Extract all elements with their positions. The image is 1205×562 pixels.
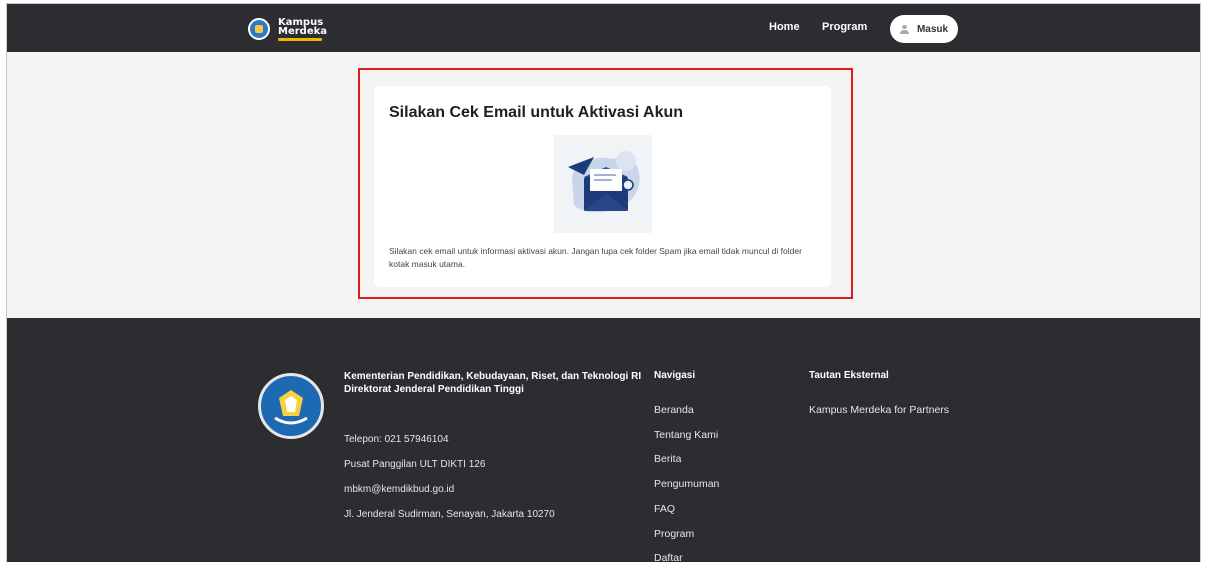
footer-external-title: Tautan Eksternal — [809, 370, 889, 381]
kampus-merdeka-logo[interactable]: Kampus Merdeka — [248, 16, 327, 42]
nav-program-link[interactable]: Program — [822, 21, 867, 33]
contact-phone: Telepon: 021 57946104 — [344, 434, 449, 445]
footer: Kementerian Pendidikan, Kebudayaan, Rise… — [7, 318, 1200, 562]
tut-wuri-handayani-emblem — [258, 373, 324, 439]
card-description: Silakan cek email untuk informasi aktiva… — [389, 246, 802, 269]
org-subtitle: Direktorat Jenderal Pendidikan Tinggi — [344, 384, 524, 395]
footer-link-berita[interactable]: Berita — [654, 453, 681, 465]
footer-link-faq[interactable]: FAQ — [654, 503, 675, 515]
logo-line-2: Merdeka — [278, 25, 328, 37]
card-title: Silakan Cek Email untuk Aktivasi Akun — [389, 104, 684, 121]
email-envelope-illustration — [554, 135, 652, 233]
user-icon — [899, 24, 909, 34]
contact-call-center: Pusat Panggilan ULT DIKTI 126 — [344, 459, 486, 470]
footer-link-tentang-kami[interactable]: Tentang Kami — [654, 429, 718, 441]
logo-underline — [278, 37, 322, 41]
logo-wordmark: Kampus Merdeka — [278, 17, 328, 41]
envelope-icon — [568, 151, 640, 213]
kemdikbud-badge-icon — [248, 18, 270, 40]
top-navbar: Kampus Merdeka Home Program Masuk — [7, 4, 1200, 52]
login-button-label: Masuk — [916, 23, 949, 35]
emblem-icon — [265, 380, 317, 432]
contact-email: mbkm@kemdikbud.go.id — [344, 484, 455, 495]
nav-home-link[interactable]: Home — [769, 21, 800, 33]
activation-card: Silakan Cek Email untuk Aktivasi Akun Si… — [374, 86, 831, 287]
footer-link-partners[interactable]: Kampus Merdeka for Partners — [809, 404, 949, 416]
footer-nav-title: Navigasi — [654, 370, 696, 381]
login-button[interactable]: Masuk — [890, 15, 958, 43]
footer-link-program[interactable]: Program — [654, 528, 694, 540]
footer-link-pengumuman[interactable]: Pengumuman — [654, 478, 719, 490]
contact-address: Jl. Jenderal Sudirman, Senayan, Jakarta … — [344, 509, 555, 520]
footer-link-beranda[interactable]: Beranda — [654, 404, 694, 416]
browser-viewport: Kampus Merdeka Home Program Masuk Silaka… — [6, 3, 1201, 562]
org-block: Kementerian Pendidikan, Kebudayaan, Rise… — [344, 370, 644, 396]
org-name: Kementerian Pendidikan, Kebudayaan, Rise… — [344, 371, 642, 382]
